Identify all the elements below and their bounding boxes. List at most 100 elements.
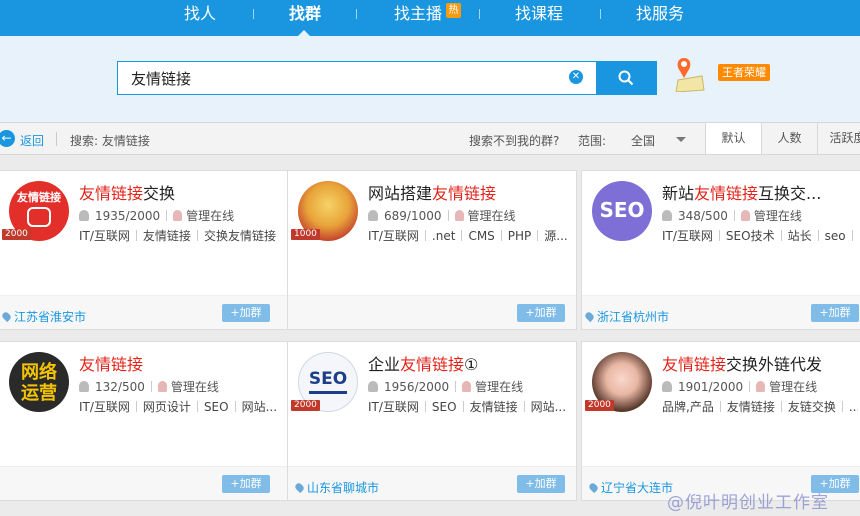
- group-title[interactable]: 友情链接: [79, 351, 279, 375]
- divider: [424, 230, 426, 241]
- group-meta: 1956/2000 管理在线: [368, 378, 523, 395]
- tag: .net: [431, 229, 456, 243]
- divider: [424, 401, 426, 412]
- admin-status: 管理在线: [753, 209, 802, 223]
- map-pin-icon[interactable]: [672, 56, 706, 92]
- location: 山东省聊城市: [293, 479, 379, 496]
- divider: [817, 230, 819, 241]
- tag: PHP: [507, 229, 532, 243]
- title-suffix: 交换外链代发: [726, 355, 823, 374]
- clear-icon[interactable]: ✕: [569, 70, 583, 84]
- divider: [135, 401, 137, 412]
- nav-find-people[interactable]: 找人: [184, 0, 216, 36]
- group-title[interactable]: 网站搭建友情链接: [368, 180, 568, 204]
- join-group-button[interactable]: +加群: [222, 475, 270, 493]
- avatar-text: SEO: [599, 198, 645, 222]
- title-highlight: 友情链接: [400, 355, 465, 374]
- tag: IT/互联网: [79, 229, 130, 243]
- group-card[interactable]: 2000 友情链接交换外链代发 1901/2000 管理在线 品牌,产品 友情链接友…: [581, 341, 860, 501]
- title-highlight: 友情链接: [79, 355, 144, 374]
- back-link[interactable]: 返回: [20, 132, 44, 149]
- group-card[interactable]: SEO 2000 企业友情链接① 1956/2000 管理在线 IT/互联网 SEO…: [287, 341, 577, 501]
- search-input[interactable]: [117, 61, 597, 95]
- group-meta: 1935/2000 管理在线: [79, 207, 234, 224]
- tag: seo: [824, 229, 846, 243]
- game-badge[interactable]: 王者荣耀: [718, 64, 770, 81]
- card-footer: 浙江省杭州市 +加群: [582, 295, 860, 329]
- tag: IT/互联网: [368, 229, 419, 243]
- search-summary: 搜索: 友情链接: [70, 134, 150, 148]
- group-meta: 348/500 管理在线: [662, 207, 802, 224]
- tag: IT/互联网: [79, 400, 130, 414]
- member-limit-tag: 2000: [585, 400, 614, 411]
- nav-find-services[interactable]: 找服务: [636, 0, 684, 36]
- card-footer: 江苏省淮安市 +加群: [0, 295, 287, 329]
- member-count: 1935/2000: [95, 209, 161, 223]
- divider: [447, 210, 449, 221]
- divider: [537, 230, 539, 241]
- divider: [733, 210, 735, 221]
- title-highlight: 友情链接: [432, 184, 497, 203]
- network-ops-avatar[interactable]: 网络运营: [9, 352, 69, 412]
- member-count: 1956/2000: [384, 380, 450, 394]
- tag: 网站...: [530, 400, 567, 414]
- title-suffix: 交换: [143, 184, 176, 203]
- location-pin-icon: [0, 310, 13, 323]
- group-title[interactable]: 友情链接交换: [79, 180, 279, 204]
- group-card[interactable]: 1000 网站搭建友情链接 689/1000 管理在线 IT/互联网 .net CMS…: [287, 170, 577, 330]
- divider: [455, 381, 457, 392]
- divider: [780, 401, 782, 412]
- sort-tab-members[interactable]: 人数: [761, 123, 817, 154]
- admin-icon: [462, 381, 472, 392]
- location-pin-icon: [583, 310, 596, 323]
- join-group-button[interactable]: +加群: [517, 475, 565, 493]
- group-card[interactable]: 友情链接 2000 友情链接交换 1935/2000 管理在线 IT/互联网 友情链…: [0, 170, 288, 330]
- join-group-button[interactable]: +加群: [517, 304, 565, 322]
- tag: SEO技术: [725, 229, 775, 243]
- tag: 友情链接: [469, 400, 518, 414]
- group-title[interactable]: 企业友情链接①: [368, 351, 568, 375]
- tag: IT/互联网: [662, 229, 713, 243]
- tag: 网页设计: [142, 400, 191, 414]
- range-select[interactable]: 全国: [631, 132, 655, 149]
- search-button[interactable]: [596, 61, 657, 95]
- sort-tab-activity[interactable]: 活跃度: [817, 123, 860, 154]
- tag: 网站...: [241, 400, 278, 414]
- not-found-link[interactable]: 搜索不到我的群?: [469, 132, 559, 149]
- sort-tab-default[interactable]: 默认: [705, 123, 761, 154]
- join-group-button[interactable]: +加群: [222, 304, 270, 322]
- chevron-down-icon[interactable]: [676, 137, 686, 142]
- title-highlight: 友情链接: [694, 184, 759, 203]
- group-title[interactable]: 新站友情链接互换交...: [662, 180, 860, 204]
- card-footer: +加群: [0, 466, 287, 500]
- admin-icon: [756, 381, 766, 392]
- group-tags: IT/互联网 SEO 友情链接 网站...: [368, 398, 574, 415]
- members-icon: [79, 381, 89, 392]
- avatar-stripe: [309, 391, 347, 394]
- admin-icon: [454, 210, 464, 221]
- admin-status: 管理在线: [475, 380, 524, 394]
- members-icon: [368, 210, 378, 221]
- title-highlight: 友情链接: [79, 184, 144, 203]
- group-tags: IT/互联网SEO技术站长seo...: [662, 227, 858, 244]
- nav-find-courses[interactable]: 找课程: [515, 0, 563, 36]
- group-title[interactable]: 友情链接交换外链代发: [662, 351, 860, 375]
- location-text: 江苏省淮安市: [14, 310, 87, 324]
- group-card[interactable]: SEO 新站友情链接互换交... 348/500 管理在线 IT/互联网 SEO技术…: [581, 170, 860, 330]
- divider: [461, 230, 463, 241]
- back-arrow-icon[interactable]: ←: [0, 130, 15, 147]
- title-prefix: 网站搭建: [368, 184, 433, 203]
- admin-status: 管理在线: [170, 380, 219, 394]
- group-card[interactable]: 网络运营 友情链接 132/500 管理在线 IT/互联网 网页设计 SEO 网站...…: [0, 341, 288, 501]
- divider: [166, 210, 168, 221]
- group-meta: 1901/2000 管理在线: [662, 378, 817, 395]
- join-group-button[interactable]: +加群: [811, 304, 859, 322]
- divider: [719, 401, 721, 412]
- tag: 品牌,产品: [662, 400, 714, 414]
- seo-avatar[interactable]: SEO: [592, 181, 652, 241]
- title-suffix: ①: [464, 355, 479, 374]
- nav-find-streamers[interactable]: 找主播: [394, 0, 442, 36]
- admin-status: 管理在线: [769, 380, 818, 394]
- location: 浙江省杭州市: [583, 308, 669, 325]
- location: 江苏省淮安市: [0, 308, 87, 325]
